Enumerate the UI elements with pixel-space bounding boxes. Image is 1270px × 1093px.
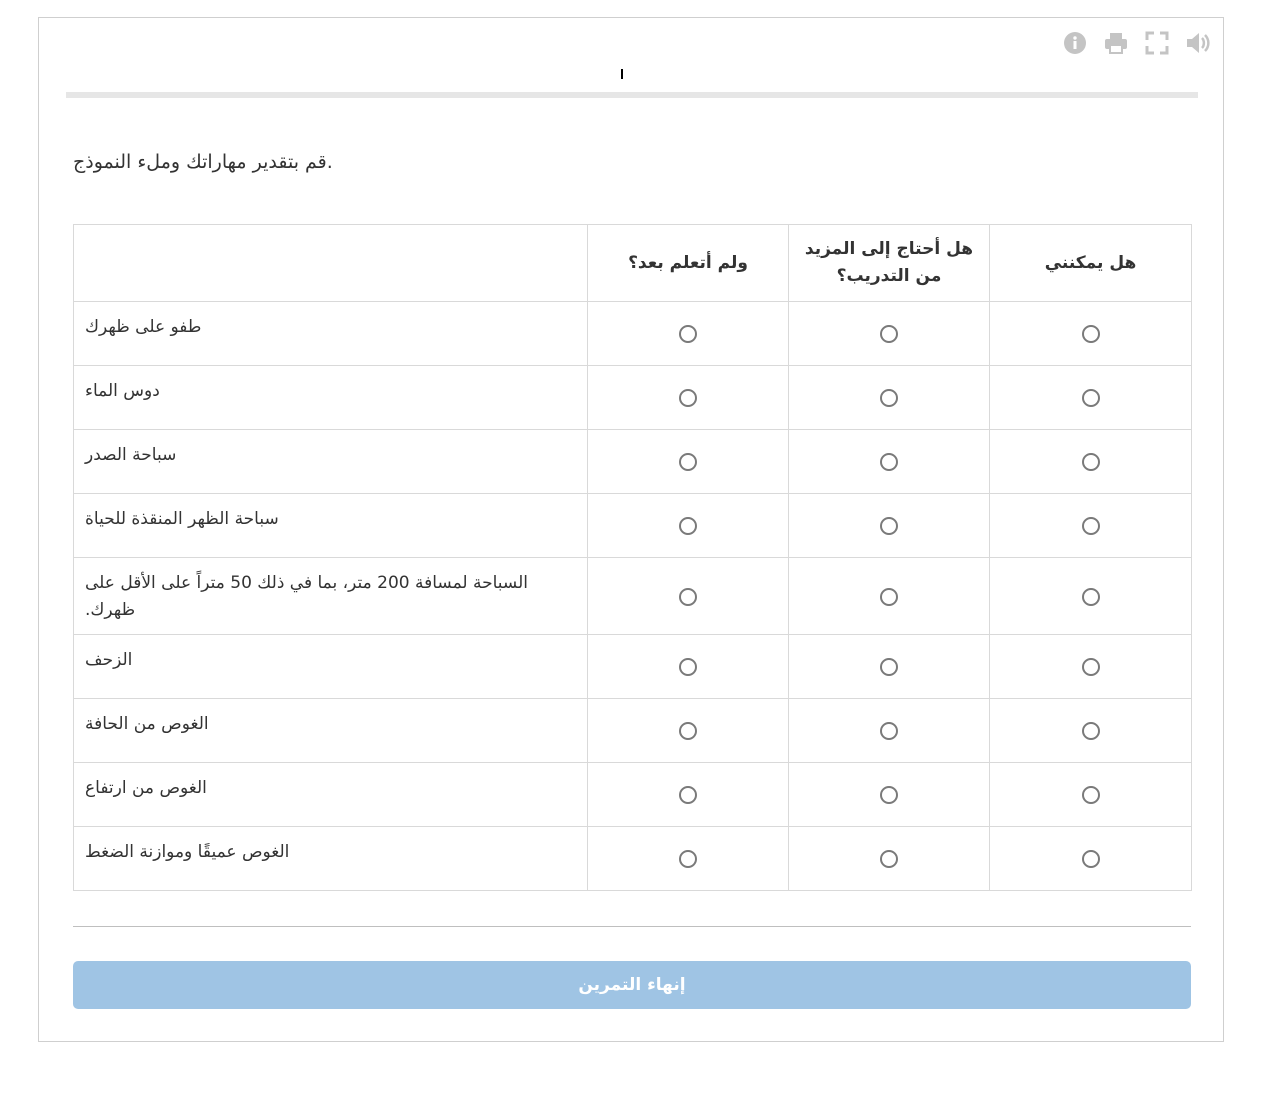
radio-need-more[interactable] (880, 850, 898, 869)
row-label: الغوص من ارتفاع (73, 762, 588, 827)
row-label: الزحف (73, 634, 588, 699)
progress-marker (621, 69, 623, 79)
radio-can-do[interactable] (1081, 786, 1100, 805)
print-icon[interactable] (1102, 29, 1129, 56)
radio-can-do[interactable] (1081, 453, 1100, 472)
radio-can-do[interactable] (1081, 517, 1100, 536)
skills-table: ولم أتعلم بعد؟ هل أحتاج إلى المزيد من ال… (73, 224, 1192, 891)
radio-can-do[interactable] (1081, 722, 1100, 741)
finish-exercise-button[interactable]: إنهاء التمرين (73, 961, 1191, 1009)
radio-not-yet[interactable] (679, 517, 697, 536)
table-row: سباحة الظهر المنقذة للحياة (73, 493, 1192, 558)
exercise-frame: قم بتقدير مهاراتك وملء النموذج. ولم أتعل… (38, 17, 1224, 1042)
info-icon[interactable] (1061, 29, 1088, 56)
header-row: ولم أتعلم بعد؟ هل أحتاج إلى المزيد من ال… (73, 224, 1192, 302)
progress-bar (66, 92, 1198, 98)
column-header-need-more: هل أحتاج إلى المزيد من التدريب؟ (788, 224, 990, 302)
radio-can-do[interactable] (1081, 389, 1100, 408)
row-label: طفو على ظهرك (73, 301, 588, 366)
radio-need-more[interactable] (880, 786, 898, 805)
row-label: الغوص عميقًا وموازنة الضغط (73, 826, 588, 891)
table-row: دوس الماء (73, 365, 1192, 430)
fullscreen-icon[interactable] (1143, 29, 1170, 56)
radio-can-do[interactable] (1081, 587, 1100, 606)
table-row: سباحة الصدر (73, 429, 1192, 494)
header-empty (73, 224, 588, 302)
toolbar (1061, 29, 1211, 56)
radio-need-more[interactable] (880, 453, 898, 472)
divider (73, 926, 1191, 927)
table-row: طفو على ظهرك (73, 301, 1192, 366)
table-row: الغوص من الحافة (73, 698, 1192, 763)
radio-can-do[interactable] (1081, 658, 1100, 677)
radio-need-more[interactable] (880, 722, 898, 741)
radio-not-yet[interactable] (679, 389, 697, 408)
table-row: السباحة لمسافة 200 متر، بما في ذلك 50 مت… (73, 557, 1192, 635)
radio-not-yet[interactable] (679, 658, 697, 677)
instruction-text: قم بتقدير مهاراتك وملء النموذج. (73, 151, 333, 173)
radio-can-do[interactable] (1081, 325, 1100, 344)
radio-not-yet[interactable] (679, 722, 697, 741)
radio-need-more[interactable] (880, 325, 898, 344)
radio-can-do[interactable] (1081, 850, 1100, 869)
row-label: السباحة لمسافة 200 متر، بما في ذلك 50 مت… (73, 557, 588, 635)
radio-not-yet[interactable] (679, 786, 697, 805)
radio-not-yet[interactable] (679, 325, 697, 344)
radio-need-more[interactable] (880, 389, 898, 408)
radio-need-more[interactable] (880, 587, 898, 606)
radio-need-more[interactable] (880, 517, 898, 536)
row-label: سباحة الصدر (73, 429, 588, 494)
row-label: دوس الماء (73, 365, 588, 430)
row-label: الغوص من الحافة (73, 698, 588, 763)
radio-not-yet[interactable] (679, 453, 697, 472)
radio-not-yet[interactable] (679, 587, 697, 606)
radio-not-yet[interactable] (679, 850, 697, 869)
column-header-not-yet: ولم أتعلم بعد؟ (587, 224, 789, 302)
column-header-can-do: هل يمكنني (989, 224, 1192, 302)
table-row: الغوص من ارتفاع (73, 762, 1192, 827)
volume-icon[interactable] (1184, 29, 1211, 56)
row-label: سباحة الظهر المنقذة للحياة (73, 493, 588, 558)
radio-need-more[interactable] (880, 658, 898, 677)
table-row: الزحف (73, 634, 1192, 699)
table-row: الغوص عميقًا وموازنة الضغط (73, 826, 1192, 891)
